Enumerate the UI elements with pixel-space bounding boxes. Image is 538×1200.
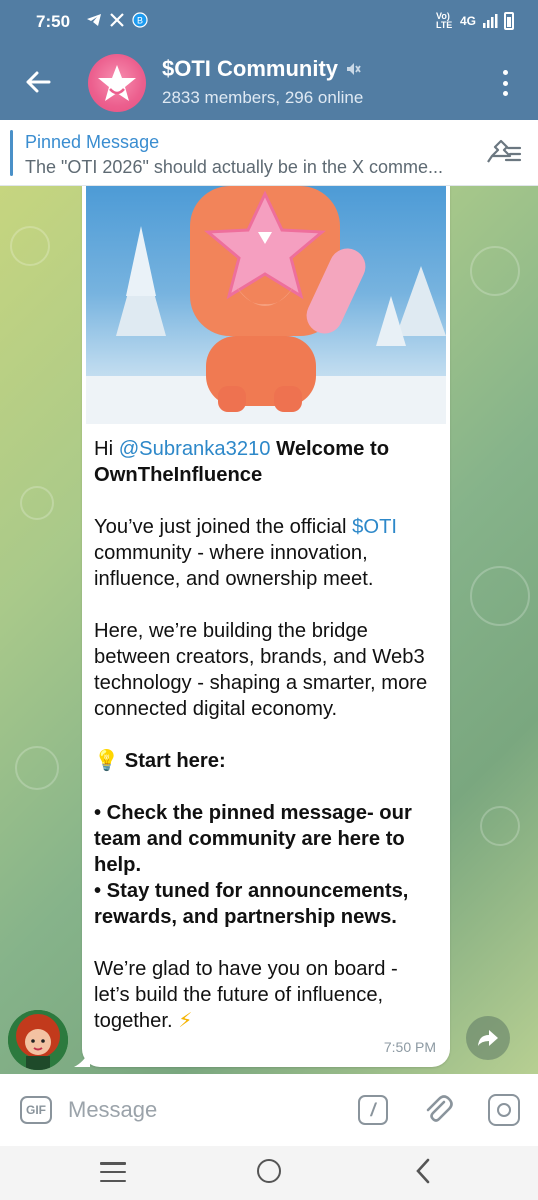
back-button[interactable] (20, 64, 56, 100)
recent-apps-button[interactable] (100, 1162, 126, 1182)
camera-icon (497, 1103, 511, 1117)
cashtag-link[interactable]: $OTI (352, 516, 397, 538)
attach-icon[interactable] (420, 1092, 456, 1128)
message-paragraph: Here, we’re building the bridge between … (94, 620, 428, 720)
mascot-image (86, 186, 446, 424)
system-status: Vo) LTE 4G (436, 12, 514, 30)
message-bullet: • Stay tuned for announcements, rewards,… (94, 880, 409, 928)
message-start-heading: 💡 Start here: (94, 750, 226, 772)
mute-icon (347, 63, 361, 75)
app-badge-icon: B (132, 12, 148, 28)
system-back-button[interactable] (412, 1158, 436, 1184)
battery-icon (504, 12, 514, 30)
telegram-icon (87, 14, 101, 26)
lightning-icon: ⚡ (178, 1010, 193, 1032)
pinned-list-icon[interactable] (486, 136, 522, 170)
background-doodle (470, 566, 530, 626)
chat-title[interactable]: $OTI Community (162, 56, 362, 82)
home-button[interactable] (257, 1159, 281, 1183)
group-avatar[interactable] (88, 54, 146, 112)
user-mention-link[interactable]: @Subranka3210 (119, 438, 271, 460)
message-closing: We’re glad to have you on board - let’s … (94, 958, 398, 1032)
message-image[interactable] (86, 186, 446, 424)
sender-avatar-image (8, 1010, 68, 1070)
star-face-icon (98, 65, 136, 101)
chat-subtitle: 2833 members, 296 online (162, 88, 364, 107)
pinned-text: The "OTI 2026" should actually be in the… (25, 157, 443, 177)
svg-text:B: B (137, 16, 143, 26)
message-bubble[interactable]: Hi @Subranka3210 Welcome to OwnTheInflue… (82, 186, 450, 1067)
message-time: 7:50 PM (383, 1039, 436, 1055)
volte-indicator: Vo) LTE (435, 11, 453, 30)
background-doodle (470, 246, 520, 296)
chat-header: $OTI Community 2833 members, 296 online (0, 44, 538, 120)
status-time: 7:50 (36, 12, 71, 31)
pinned-message-bar[interactable]: Pinned Message The "OTI 2026" should act… (0, 120, 538, 186)
more-options-button[interactable] (490, 66, 520, 100)
message-text: Hi @Subranka3210 Welcome to OwnTheInflue… (94, 436, 434, 1034)
message-input-bar: GIF / (0, 1074, 538, 1146)
gif-button[interactable]: GIF (20, 1096, 52, 1124)
message-intro: You’ve just joined the official $OTI com… (94, 516, 398, 590)
camera-button[interactable] (488, 1094, 520, 1126)
signal-icon (483, 14, 498, 28)
pinned-indicator (10, 130, 13, 176)
lightbulb-icon: 💡 (94, 750, 120, 772)
background-doodle (20, 486, 54, 520)
forward-icon (478, 1030, 498, 1046)
message-input[interactable] (68, 1092, 338, 1128)
bubble-tail (74, 1050, 90, 1067)
chat-title-text: $OTI Community (162, 56, 339, 81)
arrow-left-icon (26, 71, 51, 93)
bot-commands-button[interactable]: / (358, 1095, 388, 1125)
background-doodle (480, 806, 520, 846)
network-type: 4G (459, 14, 476, 28)
background-doodle (15, 746, 59, 790)
sender-avatar[interactable] (8, 1010, 68, 1070)
message-bullet: • Check the pinned message- our team and… (94, 802, 412, 876)
message-greeting: Hi @Subranka3210 Welcome to OwnTheInflue… (94, 438, 390, 486)
pinned-title: Pinned Message (25, 132, 160, 152)
slash-icon: / (370, 1099, 376, 1120)
system-navigation-bar (0, 1146, 538, 1200)
x-icon (110, 13, 124, 27)
status-bar: 7:50 B Vo) LTE 4G (0, 0, 538, 44)
notification-icons: B (86, 12, 148, 28)
forward-button[interactable] (466, 1016, 510, 1060)
background-doodle (10, 226, 50, 266)
chat-area[interactable]: Hi @Subranka3210 Welcome to OwnTheInflue… (0, 186, 538, 1074)
